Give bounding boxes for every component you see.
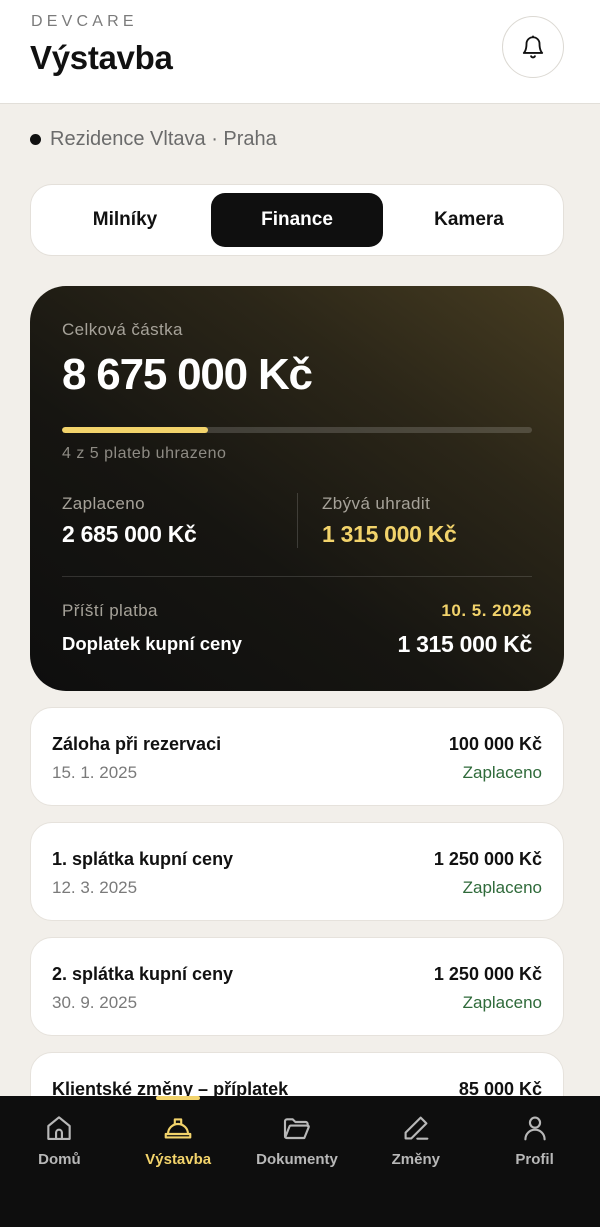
payment-amount: 100 000 Kč (448, 734, 542, 754)
payment-item[interactable]: Záloha při rezervaci 15. 1. 2025 100 000… (30, 707, 564, 806)
next-payment-amount: 1 315 000 Kč (397, 631, 532, 657)
tab-finance[interactable]: Finance (211, 193, 383, 247)
remaining-value: 1 315 000 Kč (322, 521, 457, 547)
payment-item[interactable]: 1. splátka kupní ceny 12. 3. 2025 1 250 … (30, 822, 564, 921)
app-header: DEVCARE Výstavba (0, 0, 600, 104)
payment-date: 15. 1. 2025 (52, 763, 138, 782)
payment-status: Zaplaceno (462, 763, 542, 782)
project-name: Rezidence Vltava · Praha (50, 128, 277, 150)
payment-date: 12. 3. 2025 (52, 878, 138, 897)
hard-hat-icon (162, 1112, 194, 1144)
section-tabs: Milníky Finance Kamera (30, 184, 564, 256)
next-payment-name: Doplatek kupní ceny (62, 633, 242, 654)
nav-label: Domů (38, 1151, 81, 1168)
summary-vertical-divider (297, 493, 298, 548)
paid-label: Zaplaceno (62, 494, 145, 513)
nav-item-home[interactable]: Domů (0, 1096, 119, 1227)
next-payment-label: Příští platba (62, 601, 158, 620)
nav-label: Dokumenty (256, 1151, 338, 1168)
active-indicator (156, 1096, 201, 1100)
finance-summary-card: Celková částka 8 675 000 Kč 4 z 5 plateb… (30, 286, 564, 691)
tab-milestones[interactable]: Milníky (39, 193, 211, 247)
home-icon (43, 1112, 75, 1144)
nav-label: Změny (391, 1151, 440, 1168)
pen-icon (400, 1112, 432, 1144)
summary-horizontal-divider (62, 576, 532, 577)
total-amount-label: Celková částka (62, 320, 183, 339)
payment-amount: 1 250 000 Kč (433, 849, 542, 869)
payment-status: Zaplaceno (462, 993, 542, 1012)
payment-date: 30. 9. 2025 (52, 993, 138, 1012)
tab-camera[interactable]: Kamera (383, 193, 555, 247)
nav-label: Profil (515, 1151, 554, 1168)
payment-status: Zaplaceno (462, 878, 542, 897)
payment-name: 1. splátka kupní ceny (52, 849, 234, 869)
nav-item-profile[interactable]: Profil (475, 1096, 594, 1227)
paid-value: 2 685 000 Kč (62, 521, 197, 547)
page-title: Výstavba (30, 39, 173, 76)
nav-item-documents[interactable]: Dokumenty (238, 1096, 357, 1227)
payment-name: 2. splátka kupní ceny (52, 964, 234, 984)
brand-name: DEVCARE (31, 13, 138, 30)
progress-text: 4 z 5 plateb uhrazeno (62, 445, 227, 462)
payment-amount: 1 250 000 Kč (433, 964, 542, 984)
remaining-label: Zbývá uhradit (322, 494, 431, 513)
payment-item[interactable]: 2. splátka kupní ceny 30. 9. 2025 1 250 … (30, 937, 564, 1036)
nav-item-changes[interactable]: Změny (356, 1096, 475, 1227)
nav-item-construction[interactable]: Výstavba (119, 1096, 238, 1227)
project-indicator: Rezidence Vltava · Praha (30, 127, 277, 151)
user-icon (519, 1112, 551, 1144)
bell-icon (520, 34, 546, 60)
project-status-dot (30, 133, 41, 145)
payment-progress-bar (62, 427, 532, 433)
bottom-navigation: Domů Výstavba Dokumenty Změny Profil (0, 1096, 600, 1227)
nav-label: Výstavba (145, 1151, 212, 1168)
progress-fill (62, 427, 208, 433)
next-payment-date: 10. 5. 2026 (441, 601, 532, 620)
payment-name: Záloha při rezervaci (52, 734, 222, 754)
notifications-button[interactable] (502, 16, 564, 78)
total-amount-value: 8 675 000 Kč (62, 350, 313, 399)
folder-icon (281, 1112, 313, 1144)
